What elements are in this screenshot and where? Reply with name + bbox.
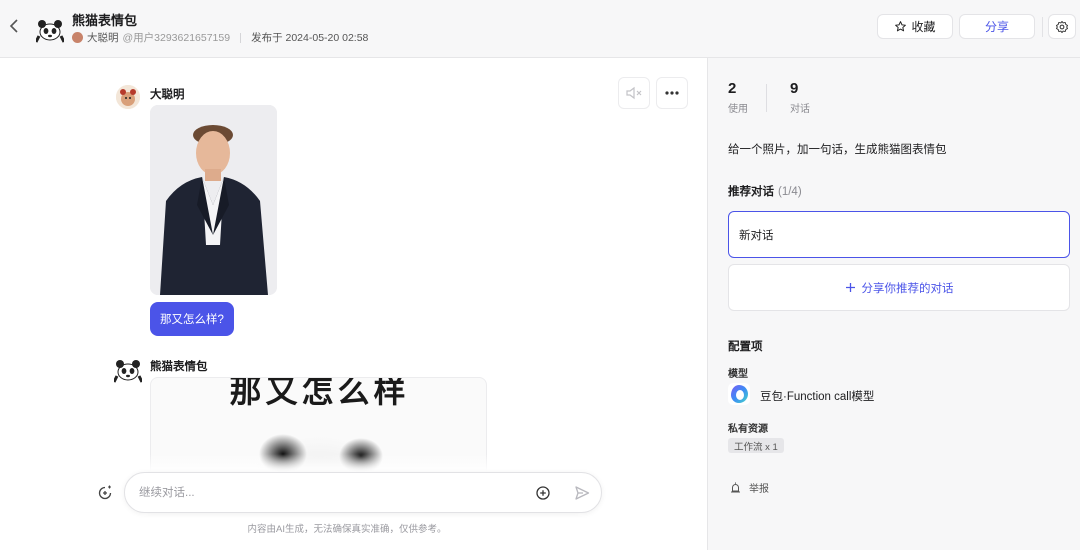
share-recommended-button[interactable]: 分享你推荐的对话 <box>728 264 1070 311</box>
new-chat-icon[interactable] <box>97 485 113 501</box>
author-avatar <box>72 32 83 43</box>
stat-conversations-label: 对话 <box>790 104 810 115</box>
chat-input-box[interactable] <box>124 472 602 513</box>
user-avatar <box>116 85 140 109</box>
model-name[interactable]: 豆包·Function call模型 <box>760 388 874 404</box>
favorite-button[interactable]: 收藏 <box>877 14 953 39</box>
model-label: 模型 <box>728 369 748 380</box>
top-bar: 熊猫表情包 大聪明 @用户3293621657159 发布于 2024-05-2… <box>0 0 1080 58</box>
stat-usage-value: 2 <box>728 80 737 97</box>
recommended-count: (1/4) <box>778 186 802 198</box>
plus-icon <box>845 283 855 292</box>
chat-input[interactable] <box>139 483 519 503</box>
add-circle-icon[interactable] <box>535 485 551 501</box>
stat-usage: 2 使用 <box>728 80 748 115</box>
meta-divider <box>240 32 242 43</box>
publish-date: 发布于 2024-05-20 02:58 <box>251 32 369 44</box>
alarm-icon <box>731 482 740 493</box>
settings-button[interactable] <box>1048 14 1076 39</box>
bot-description: 给一个照片，加一句话，生成熊猫图表情包 <box>728 144 947 156</box>
stat-conversations-value: 9 <box>790 80 799 97</box>
stat-conversations: 9 对话 <box>790 80 810 115</box>
stat-usage-label: 使用 <box>728 104 748 115</box>
send-icon[interactable] <box>574 485 590 501</box>
ai-disclaimer: 内容由AI生成，无法确保真实准确，仅供参考。 <box>247 524 447 535</box>
report-label: 举报 <box>749 484 769 495</box>
workflow-tag[interactable]: 工作流 x 1 <box>728 438 784 453</box>
gear-icon <box>1055 20 1069 33</box>
recommended-title: 推荐对话 (1/4) <box>728 183 802 199</box>
doubao-logo-icon <box>728 383 750 405</box>
recommended-conversation-item[interactable]: 新对话 <box>728 211 1070 258</box>
chat-area: 大聪明 那又怎么样? 熊猫表情包 那又怎么样 继续对话... 内容由AI生成，无… <box>0 58 707 550</box>
resources-label: 私有资源 <box>728 424 768 435</box>
config-title: 配置项 <box>728 341 763 353</box>
star-icon <box>895 21 907 32</box>
back-chevron-icon[interactable] <box>8 16 24 36</box>
uploaded-photo[interactable] <box>150 105 277 295</box>
stat-divider <box>766 84 767 112</box>
report-link[interactable]: 举报 <box>730 480 769 495</box>
user-name: 大聪明 <box>150 89 185 101</box>
user-message-bubble: 那又怎么样? <box>150 302 234 336</box>
recommended-title-text: 推荐对话 <box>728 186 774 198</box>
mute-button[interactable] <box>618 77 650 109</box>
bot-info-panel: 2 使用 9 对话 给一个照片，加一句话，生成熊猫图表情包 推荐对话 (1/4) … <box>707 58 1080 550</box>
bot-title: 熊猫表情包 <box>72 13 138 28</box>
speaker-mute-icon <box>626 86 642 100</box>
bot-name: 熊猫表情包 <box>150 361 208 373</box>
share-button[interactable]: 分享 <box>959 14 1035 39</box>
author-handle: @用户3293621657159 <box>122 32 231 44</box>
author-name[interactable]: 大聪明 <box>87 30 119 45</box>
share-recommended-label: 分享你推荐的对话 <box>861 282 954 295</box>
more-options-button[interactable] <box>656 77 688 109</box>
favorite-label: 收藏 <box>911 20 936 34</box>
header-divider <box>1042 17 1043 37</box>
more-dots-icon <box>665 91 679 95</box>
scroll-fade <box>0 454 707 472</box>
panda-bot-avatar <box>112 356 144 384</box>
bot-meta: 大聪明 @用户3293621657159 发布于 2024-05-20 02:5… <box>72 30 368 45</box>
panda-bot-avatar <box>34 16 66 44</box>
